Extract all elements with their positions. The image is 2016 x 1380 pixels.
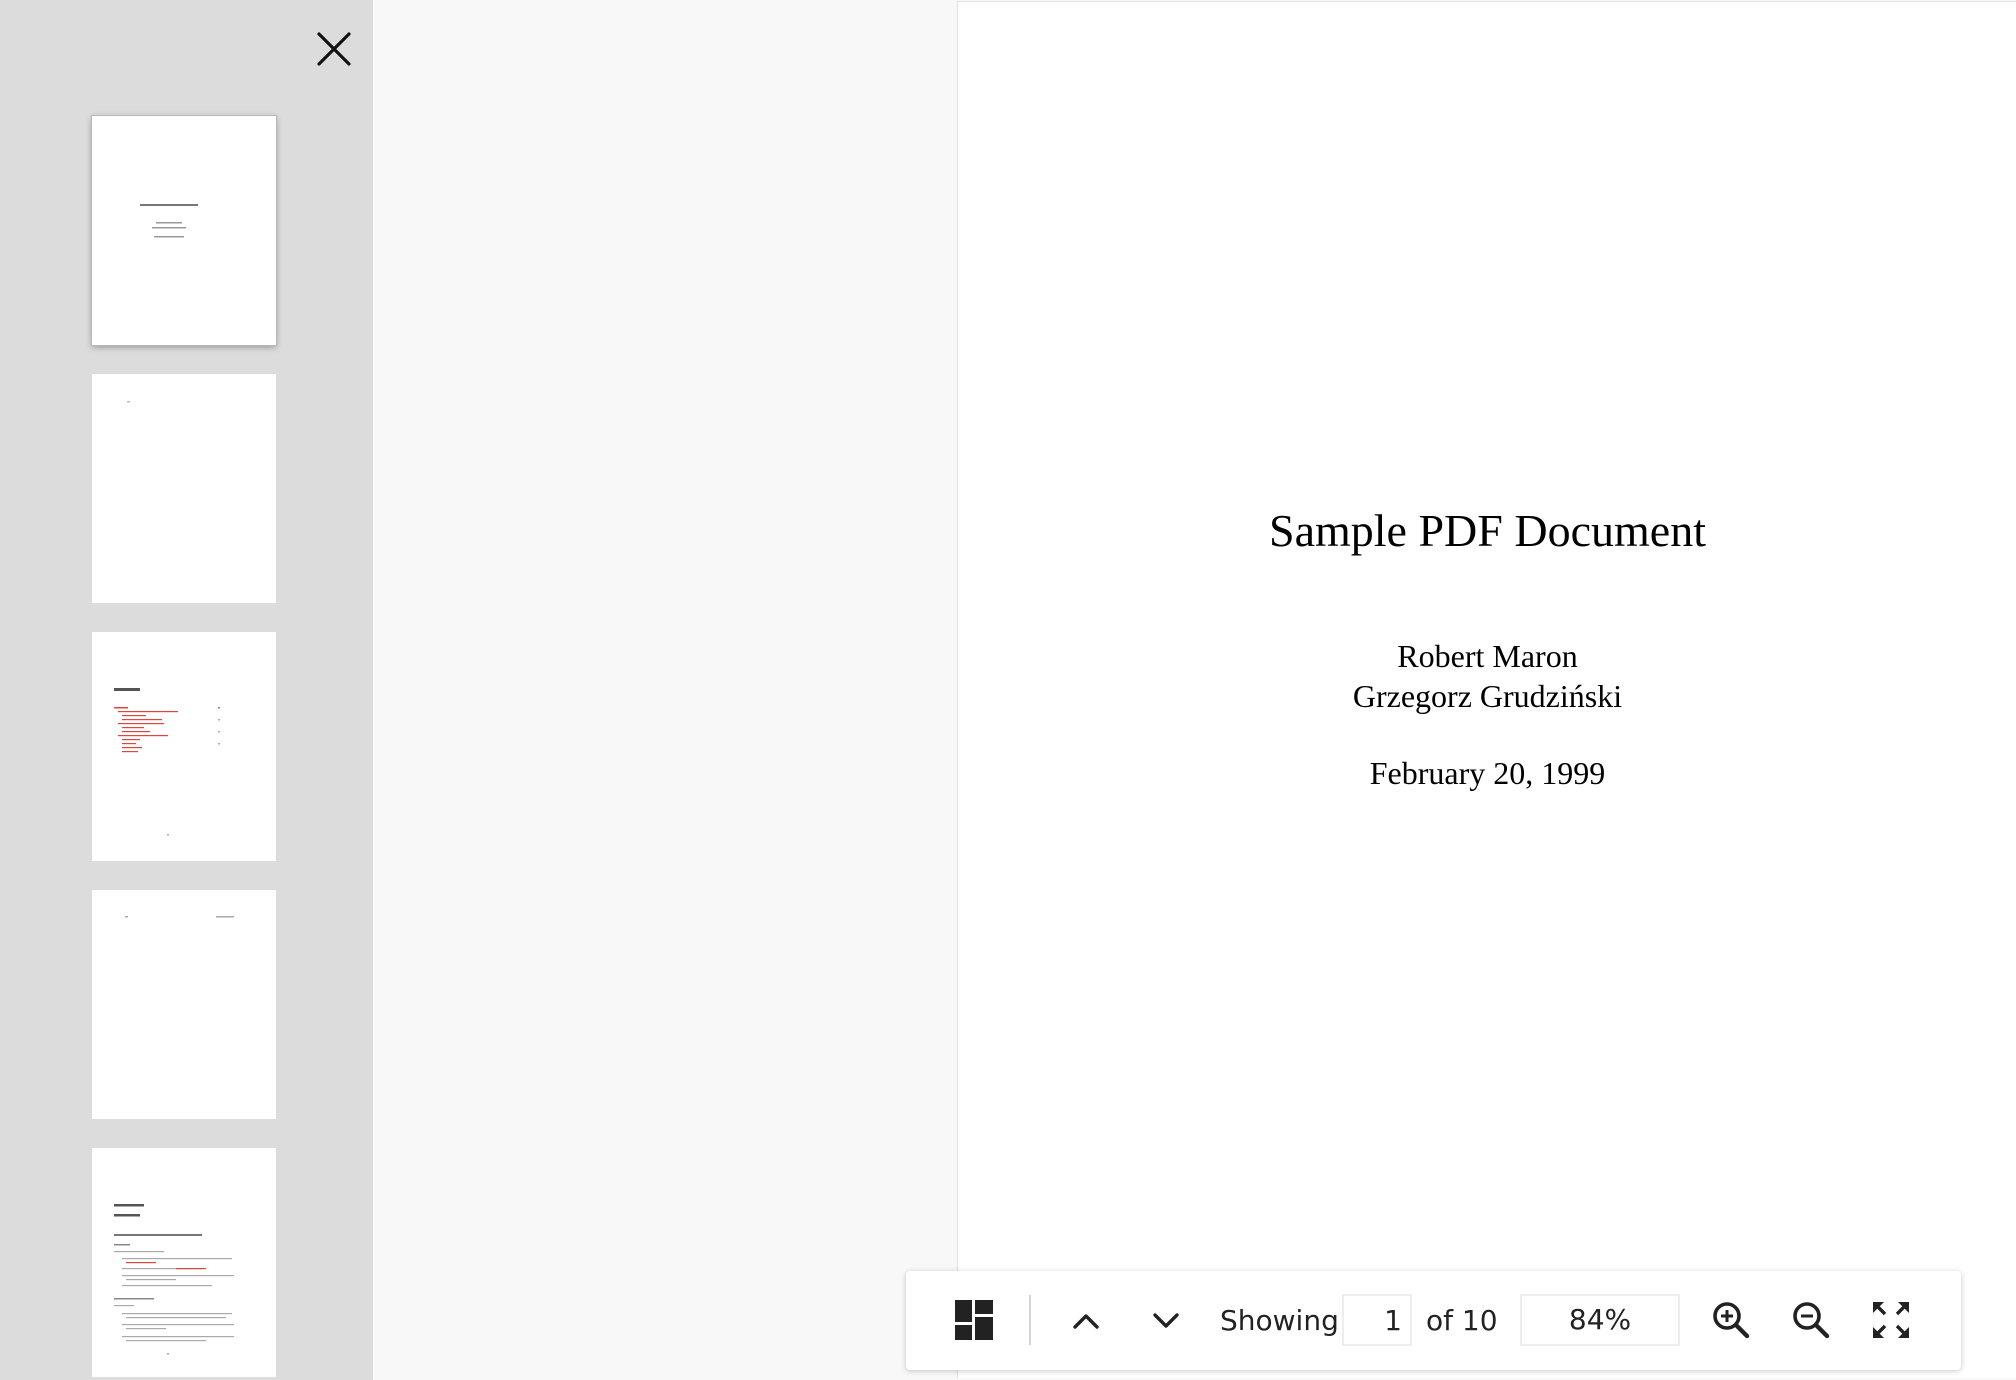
zoom-in-button[interactable] (1710, 1299, 1752, 1341)
close-sidebar-button[interactable] (313, 28, 355, 70)
viewer-toolbar: Showing of 10 84% (906, 1271, 1961, 1370)
document-author: Robert Maron (1397, 638, 1578, 674)
page-total-label: of 10 (1426, 1303, 1498, 1337)
toolbar-divider (1029, 1295, 1031, 1345)
thumbnail-page-4[interactable] (92, 890, 276, 1119)
zoom-in-icon (1713, 1302, 1750, 1339)
close-icon (317, 32, 351, 66)
fullscreen-icon (1873, 1302, 1909, 1338)
page-number-input[interactable] (1342, 1294, 1412, 1346)
zoom-out-icon (1793, 1302, 1830, 1339)
toggle-thumbnails-button[interactable] (954, 1299, 994, 1341)
chevron-up-icon (1073, 1314, 1099, 1329)
thumbnail-sidebar (0, 0, 373, 1380)
document-author: Grzegorz Grudziński (1352, 678, 1623, 714)
zoom-out-button[interactable] (1790, 1299, 1832, 1341)
fullscreen-button[interactable] (1870, 1299, 1912, 1341)
thumbnail-page-3[interactable] (92, 632, 276, 861)
thumbnails-grid-icon (955, 1300, 993, 1340)
showing-label: Showing (1220, 1303, 1339, 1337)
document-date: February 20, 1999 (1369, 755, 1606, 791)
chevron-down-icon (1153, 1313, 1179, 1328)
document-page: Sample PDF Document Robert Maron Grzegor… (957, 1, 2016, 1378)
thumbnail-page-5[interactable] (92, 1148, 276, 1377)
previous-page-button[interactable] (1066, 1301, 1106, 1341)
thumbnail-page-1[interactable] (92, 116, 276, 345)
next-page-button[interactable] (1146, 1301, 1186, 1341)
thumbnail-page-2[interactable] (92, 374, 276, 603)
zoom-level-display[interactable]: 84% (1520, 1294, 1680, 1346)
document-title: Sample PDF Document (1269, 505, 1706, 556)
